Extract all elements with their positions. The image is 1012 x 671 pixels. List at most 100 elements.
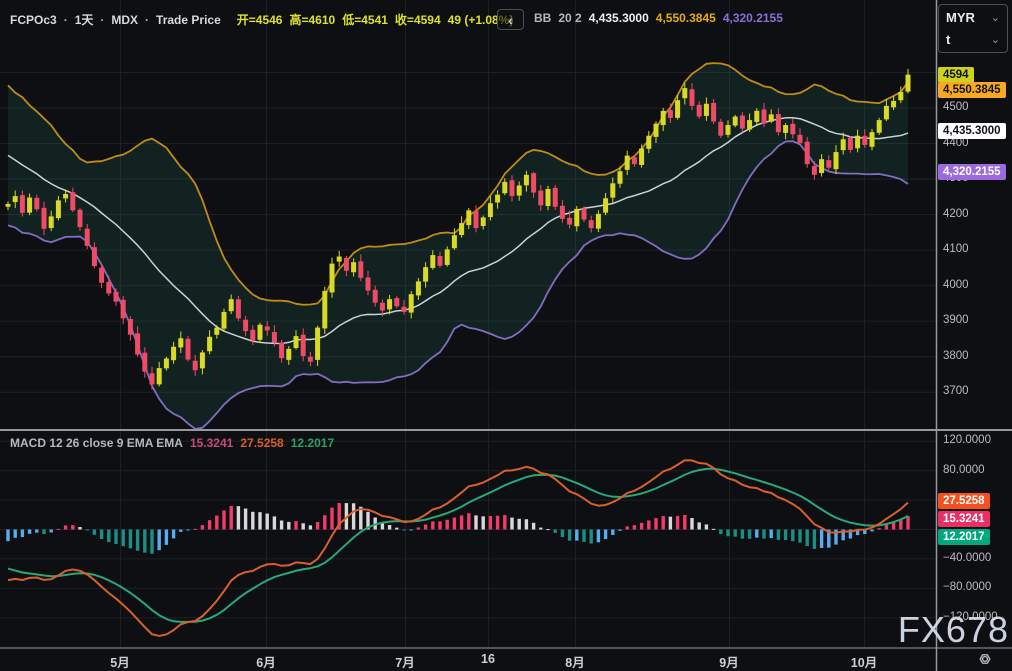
macd-histogram-bar — [395, 528, 398, 530]
macd-histogram-bar — [690, 518, 693, 530]
unit-dropdown[interactable]: t ⌄ — [946, 32, 1000, 47]
macd-histogram-bar — [165, 530, 168, 545]
macd-histogram-bar — [878, 528, 881, 529]
macd-histogram-bar — [294, 521, 297, 529]
candle-body — [675, 100, 680, 118]
candle-body — [186, 339, 191, 360]
macd-histogram-bar — [820, 530, 823, 548]
candle-body — [877, 120, 882, 133]
macd-histogram-bar — [712, 529, 715, 530]
price-badge: 4,435.3000 — [938, 123, 1006, 139]
close-value: 4594 — [414, 13, 441, 27]
macd-indicator-row[interactable]: MACD 12 26 close 9 EMA EMA 15.3241 27.52… — [10, 436, 334, 450]
candle-body — [661, 111, 666, 125]
macd-signal-value: 12.2017 — [291, 436, 334, 450]
candle-body — [416, 281, 421, 295]
candle-body — [20, 195, 25, 213]
high-label: 高= — [289, 11, 308, 28]
candle-body — [106, 282, 111, 294]
macd-histogram-bar — [352, 503, 355, 529]
macd-axis-tick: 120.0000 — [943, 434, 991, 446]
macd-histogram-bar — [633, 525, 636, 529]
currency-value: MYR — [946, 10, 975, 25]
candle-body — [726, 125, 731, 135]
candle-body — [459, 223, 464, 235]
candle-body — [27, 198, 32, 213]
macd-histogram-bar — [215, 515, 218, 529]
macd-histogram-bar — [546, 529, 549, 530]
collapse-indicators-button[interactable]: ‹ — [497, 9, 524, 30]
chart-header: FCPOc3 · 1天 · MDX · Trade Price 开=4546 高… — [10, 11, 513, 28]
candle-body — [906, 75, 911, 92]
bb-basis-value: 4,435.3000 — [589, 11, 649, 25]
candle-body — [128, 319, 133, 335]
candle-body — [870, 132, 875, 147]
macd-histogram-bar — [251, 512, 254, 530]
macd-histogram-bar — [194, 529, 197, 530]
candle-body — [776, 114, 781, 132]
candle-body — [495, 195, 500, 203]
candle-body — [891, 101, 896, 107]
indicator-badge: 27.5258 — [938, 493, 990, 509]
currency-dropdown[interactable]: MYR ⌄ — [946, 10, 1000, 25]
candle-body — [85, 229, 90, 246]
macd-line-value: 27.5258 — [240, 436, 283, 450]
bb-indicator-row[interactable]: BB 20 2 4,435.3000 4,550.3845 4,320.2155 — [534, 11, 783, 25]
candle-body — [423, 267, 428, 281]
candle-body — [229, 299, 234, 311]
candle-body — [402, 307, 407, 312]
candle-body — [596, 214, 601, 229]
candle-body — [740, 116, 745, 129]
candle-body — [690, 89, 695, 106]
candle-body — [805, 142, 810, 165]
macd-histogram-bar — [676, 516, 679, 530]
macd-histogram-bar — [266, 514, 269, 530]
candle-body — [524, 175, 529, 186]
interval-label[interactable]: 1天 — [75, 11, 94, 28]
candle-body — [762, 109, 767, 123]
macd-histogram-bar — [57, 529, 60, 530]
price-badge: 4594 — [938, 67, 974, 83]
macd-histogram-bar — [518, 519, 521, 530]
macd-histogram-bar — [258, 512, 261, 529]
symbol-name[interactable]: FCPOc3 — [10, 13, 57, 27]
candle-body — [582, 208, 587, 219]
candle-body — [646, 136, 651, 149]
macd-hist-value: 15.3241 — [190, 436, 233, 450]
macd-histogram-bar — [122, 530, 125, 547]
candle-body — [157, 368, 162, 384]
macd-histogram-bar — [489, 516, 492, 529]
macd-histogram-bar — [237, 506, 240, 529]
macd-histogram-bar — [474, 515, 477, 529]
candle-body — [538, 191, 543, 206]
candle-body — [510, 180, 515, 196]
macd-histogram-bar — [446, 520, 449, 530]
candle-body — [171, 347, 176, 360]
unit-value: t — [946, 32, 950, 47]
candle-body — [862, 136, 867, 145]
unit-selector-box: MYR ⌄ t ⌄ — [938, 4, 1008, 53]
price-axis-tick: 3900 — [943, 314, 969, 326]
candle-body — [790, 124, 795, 134]
settings-gear-icon[interactable] — [975, 649, 995, 669]
macd-histogram-bar — [172, 530, 175, 539]
candle-body — [207, 337, 212, 351]
candle-body — [387, 299, 392, 309]
macd-histogram-bar — [309, 525, 312, 529]
time-axis-label: 6月 — [256, 652, 275, 671]
macd-histogram-bar — [798, 530, 801, 543]
macd-histogram-bar — [453, 518, 456, 530]
candle-body — [668, 110, 673, 118]
macd-histogram-bar — [604, 530, 607, 540]
macd-histogram-bar — [244, 509, 247, 530]
open-value: 4546 — [256, 13, 283, 27]
macd-histogram-bar — [302, 523, 305, 529]
macd-histogram-bar — [86, 530, 89, 531]
price-axis-tick: 4000 — [943, 279, 969, 291]
macd-histogram-bar — [460, 515, 463, 529]
candle-body — [474, 211, 479, 228]
chart-canvas[interactable] — [0, 0, 1012, 671]
candle-body — [589, 220, 594, 228]
macd-histogram-bar — [611, 530, 614, 535]
macd-histogram-bar — [467, 513, 470, 529]
